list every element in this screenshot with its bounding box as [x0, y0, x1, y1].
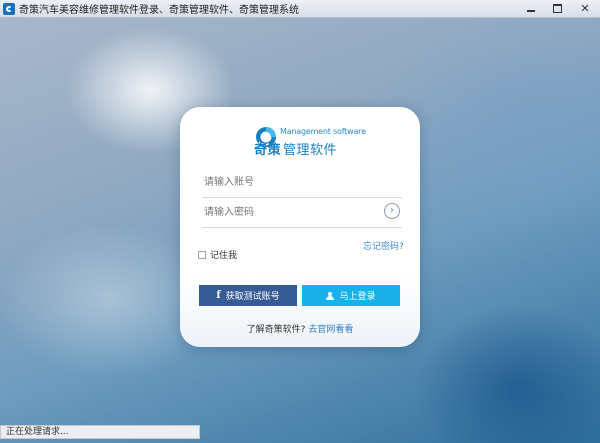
password-input[interactable] — [202, 199, 374, 225]
login-card: Management software 奇策管理软件 › 忘记密码? 记住我 f… — [180, 107, 420, 347]
remember-me-label: 记住我 — [210, 251, 238, 261]
maximize-icon — [552, 4, 562, 13]
minimize-button[interactable] — [518, 0, 544, 17]
brand-name-suffix: 管理软件 — [283, 143, 338, 158]
username-field — [202, 169, 402, 198]
close-button[interactable]: ✕ — [570, 0, 600, 17]
status-bar: 正在处理请求... — [0, 425, 200, 439]
username-input[interactable] — [202, 169, 374, 195]
login-button[interactable]: 马上登录 — [302, 285, 400, 306]
facebook-icon: f — [216, 290, 221, 301]
chevron-right-icon: › — [390, 205, 394, 216]
user-icon — [326, 291, 335, 300]
official-site-link[interactable]: 去官网看看 — [308, 325, 353, 335]
forgot-password-link[interactable]: 忘记密码? — [363, 239, 404, 252]
title-bar[interactable]: 奇策汽车美容维修管理软件登录、奇策管理软件、奇策管理系统 ✕ — [0, 0, 600, 18]
get-test-account-button[interactable]: f 获取测试账号 — [199, 285, 297, 306]
window-title: 奇策汽车美容维修管理软件登录、奇策管理软件、奇策管理系统 — [19, 5, 299, 16]
remember-me-checkbox[interactable]: 记住我 — [198, 248, 237, 261]
app-logo-icon — [3, 2, 15, 15]
get-test-account-label: 获取测试账号 — [225, 292, 280, 302]
password-field: › — [202, 199, 402, 228]
login-button-label: 马上登录 — [339, 292, 376, 302]
learn-more-question: 了解奇策软件? — [246, 325, 306, 335]
minimize-icon — [527, 10, 535, 12]
checkbox-box[interactable] — [198, 250, 206, 259]
submit-arrow-button[interactable]: › — [384, 203, 400, 219]
learn-more-text: 了解奇策软件? 去官网看看 — [180, 322, 420, 335]
brand-name-chinese: 奇策 管理软件 — [254, 139, 337, 158]
brand-logo: Management software 奇策 管理软件 — [254, 121, 374, 158]
brand-name-prefix: 奇策 — [254, 143, 282, 158]
maximize-button[interactable] — [544, 0, 570, 17]
app-window: 奇策汽车美容维修管理软件登录、奇策管理软件、奇策管理系统 ✕ Managemen… — [0, 0, 600, 443]
brand-name-english: Management software — [280, 127, 366, 136]
window-controls: ✕ — [518, 0, 600, 18]
